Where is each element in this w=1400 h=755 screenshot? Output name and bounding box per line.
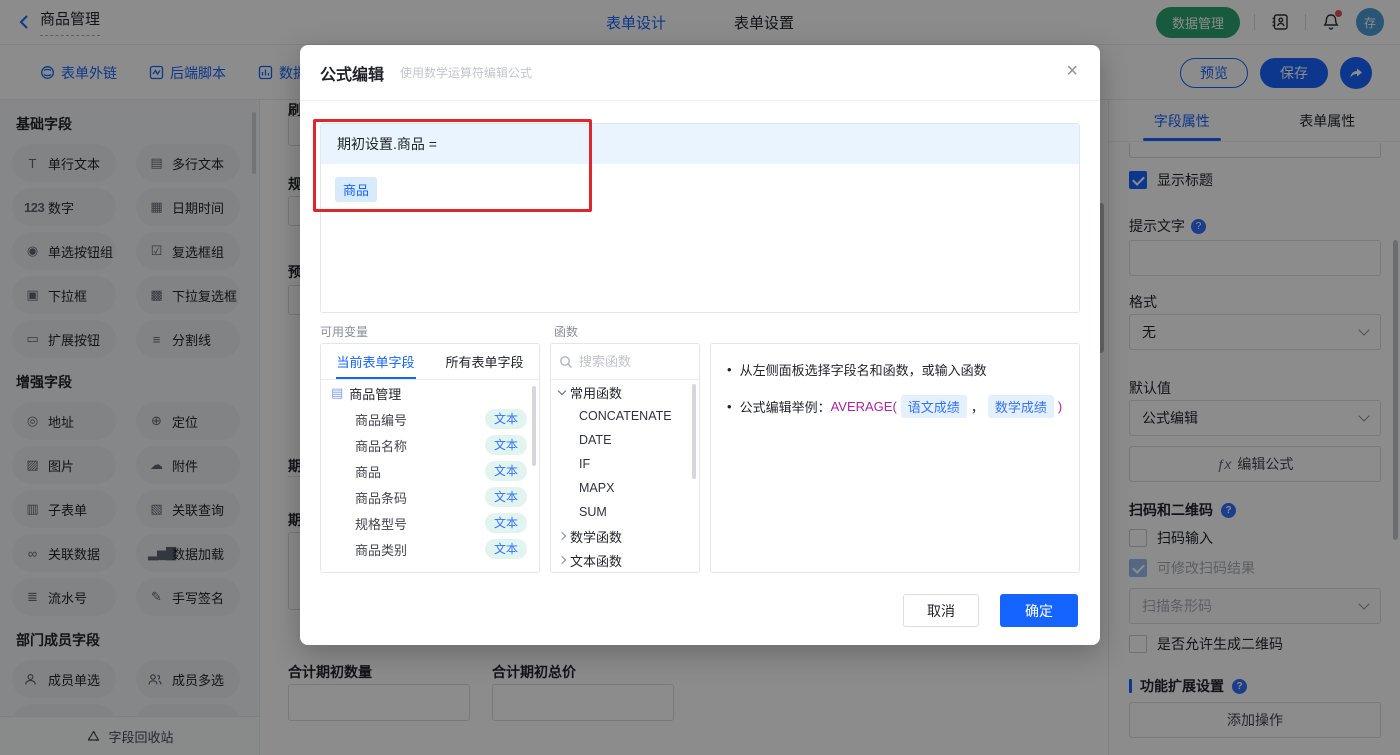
type-badge: 文本 — [484, 461, 527, 481]
variable-row[interactable]: 商品条码 文本 — [321, 484, 539, 510]
modal-title: 公式编辑 — [320, 66, 385, 84]
document-icon: ▤ — [331, 385, 344, 400]
hint-panel: 从左侧面板选择字段名和函数，或输入函数 公式编辑举例： AVERAGE( 语文成… — [710, 343, 1080, 573]
form-tree-root[interactable]: ▤ 商品管理 — [321, 380, 539, 406]
type-badge: 文本 — [484, 539, 527, 559]
functions-scrollbar[interactable] — [692, 384, 696, 479]
function-search-input[interactable] — [579, 354, 679, 369]
type-badge: 文本 — [484, 409, 527, 429]
formula-field-chip[interactable]: 商品 — [335, 177, 378, 202]
formula-editor[interactable]: 期初设置.商品 = 商品 — [320, 123, 1080, 313]
variable-row[interactable]: 商品名称 文本 — [321, 432, 539, 458]
chevron-right-icon — [557, 531, 567, 541]
function-group-text[interactable]: 文本函数 — [551, 548, 699, 572]
type-badge: 文本 — [484, 513, 527, 533]
functions-label: 函数 — [554, 325, 579, 339]
function-group-math[interactable]: 数学函数 — [551, 524, 699, 548]
variable-row[interactable]: 商品 文本 — [321, 458, 539, 484]
app-screen: 商品管理 表单设计 表单设置 数据管理 存 表单外链 后端脚本 预览 保存 基础… — [0, 0, 1400, 755]
search-icon — [559, 355, 573, 369]
function-item[interactable]: MAPX — [551, 476, 699, 500]
hint-line-1: 从左侧面板选择字段名和函数，或输入函数 — [727, 360, 1063, 379]
modal-subtitle: 使用数学运算符编辑公式 — [400, 66, 533, 80]
cancel-button[interactable]: 取消 — [903, 594, 979, 627]
tab-all-form-fields[interactable]: 所有表单字段 — [430, 344, 539, 379]
type-badge: 文本 — [484, 435, 527, 455]
variable-row[interactable]: 规格型号 文本 — [321, 510, 539, 536]
close-icon[interactable]: × — [1066, 61, 1078, 81]
function-item[interactable]: SUM — [551, 500, 699, 524]
type-badge: 文本 — [484, 487, 527, 507]
chevron-right-icon — [557, 555, 567, 565]
variables-scrollbar[interactable] — [532, 386, 536, 466]
function-item[interactable]: CONCATENATE — [551, 404, 699, 428]
function-group-common[interactable]: 常用函数 — [551, 380, 699, 404]
function-item[interactable]: IF — [551, 452, 699, 476]
confirm-button[interactable]: 确定 — [1000, 594, 1078, 627]
example-field-chip: 语文成绩 — [900, 395, 967, 418]
closing-paren: ) — [1057, 399, 1063, 414]
variables-tabs: 当前表单字段 所有表单字段 — [321, 344, 539, 380]
hint-line-2: 公式编辑举例： AVERAGE( 语文成绩 ， 数学成绩 ) — [727, 395, 1063, 418]
modal-header: 公式编辑 使用数学运算符编辑公式 × — [300, 45, 1100, 101]
tab-current-form-fields[interactable]: 当前表单字段 — [321, 344, 430, 379]
function-search — [551, 344, 699, 380]
formula-edit-modal: 公式编辑 使用数学运算符编辑公式 × 期初设置.商品 = 商品 可用变量 函数 … — [300, 45, 1100, 645]
formula-target: 期初设置.商品 = — [321, 124, 1079, 164]
function-name-example: AVERAGE( — [830, 399, 897, 414]
function-item[interactable]: DATE — [551, 428, 699, 452]
functions-panel: 常用函数 CONCATENATE DATE IF MAPX SUM 数学函数 文… — [550, 343, 700, 573]
variable-row[interactable]: 商品编号 文本 — [321, 406, 539, 432]
example-field-chip: 数学成绩 — [987, 395, 1054, 418]
variable-row[interactable]: 商品类别 文本 — [321, 536, 539, 562]
variables-panel: 当前表单字段 所有表单字段 ▤ 商品管理 商品编号 文本 商品名称 文本 商品 文本 … — [320, 343, 540, 573]
variables-label: 可用变量 — [320, 325, 369, 339]
chevron-down-icon — [557, 386, 567, 396]
